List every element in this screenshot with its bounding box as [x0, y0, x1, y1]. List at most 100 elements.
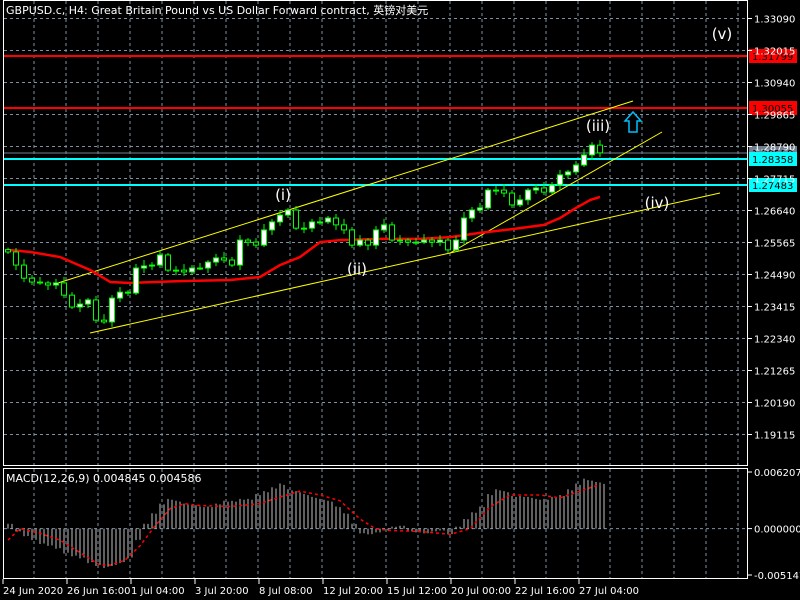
candle-body — [253, 241, 259, 246]
candle-body — [37, 281, 43, 284]
candle-body — [477, 207, 483, 211]
price-tick-label: 1.19115 — [754, 431, 795, 442]
candle-body — [141, 265, 147, 269]
price-tick-label: 1.29865 — [754, 111, 795, 122]
candle-body — [333, 217, 339, 226]
time-tick-label: 20 Jul 00:00 — [451, 586, 511, 597]
candle-body — [397, 239, 403, 242]
candle-body — [357, 239, 363, 246]
candle-body — [229, 259, 235, 266]
candle-body — [485, 189, 491, 209]
price-tick-label: 1.28790 — [754, 143, 795, 154]
time-tick-label: 27 Jul 04:00 — [579, 586, 639, 597]
lower-channel-line[interactable] — [89, 192, 721, 334]
candle-body — [181, 269, 187, 273]
candle-body — [549, 184, 555, 193]
candle-body — [205, 261, 211, 269]
candle-body — [85, 299, 91, 305]
candle-body — [101, 319, 107, 323]
candle-body — [317, 221, 323, 224]
macd-label: MACD(12,26,9) 0.004845 0.004586 — [6, 472, 202, 485]
price-chart[interactable]: 1.317991.300551.285581.283581.27483 (i) … — [0, 0, 800, 600]
candle-body — [77, 303, 83, 308]
candle-body — [277, 214, 283, 223]
candle-body — [557, 174, 563, 186]
candle-body — [117, 291, 123, 299]
level-price-label: 1.28358 — [752, 155, 793, 166]
candle-body — [533, 187, 539, 191]
time-tick-label: 22 Jul 16:00 — [515, 586, 575, 597]
candle-body — [93, 299, 99, 321]
candle-body — [157, 254, 163, 266]
price-tick-label: 1.22340 — [754, 335, 795, 346]
wave-iii-support-line[interactable] — [449, 131, 663, 254]
moving-average — [7, 195, 601, 285]
candle-body — [269, 221, 275, 231]
candle-body — [285, 209, 291, 216]
grid — [4, 1, 747, 578]
time-tick-label: 8 Jul 08:00 — [259, 586, 313, 597]
candle-body — [221, 257, 227, 261]
candle-body — [29, 277, 35, 283]
candle-body — [589, 144, 595, 156]
candle-body — [461, 217, 467, 241]
candle-body — [437, 239, 443, 243]
candle-body — [349, 229, 355, 246]
candle-body — [133, 267, 139, 294]
candle-body — [541, 187, 547, 193]
candle-body — [341, 224, 347, 231]
trendlines[interactable] — [57, 100, 721, 334]
candle-body — [109, 297, 115, 323]
candle-body — [69, 294, 75, 308]
candle-body — [5, 249, 11, 253]
candle-body — [165, 254, 171, 271]
wave-label-iii: (iii) — [586, 117, 610, 135]
candle-body — [13, 251, 19, 266]
candle-body — [445, 239, 451, 251]
candle-body — [597, 144, 603, 154]
candle-body — [125, 291, 131, 294]
candle-body — [293, 209, 299, 229]
up-arrow-icon[interactable] — [623, 110, 643, 133]
price-tick-label: 1.20190 — [754, 399, 795, 410]
macd-pane-border — [3, 468, 748, 579]
price-tick-label: 1.25565 — [754, 239, 795, 250]
candle-body — [245, 239, 251, 243]
time-tick-label: 3 Jul 20:00 — [195, 586, 249, 597]
candle-body — [173, 269, 179, 272]
candle-body — [45, 282, 51, 286]
wave-label-ii: (ii) — [347, 260, 367, 278]
macd-tick-label: 0.000000 — [754, 525, 800, 536]
candle-body — [517, 199, 523, 206]
candle-body — [237, 239, 243, 266]
candle-body — [381, 224, 387, 231]
price-tick-label: 1.32015 — [754, 47, 795, 58]
candle-body — [405, 239, 411, 243]
wave-label-i: (i) — [275, 186, 291, 204]
candle-body — [301, 227, 307, 230]
candle-body — [421, 239, 427, 243]
candle-body — [501, 189, 507, 194]
candle-body — [213, 257, 219, 263]
candle-body — [493, 189, 499, 192]
time-tick-label: 1 Jul 04:00 — [131, 586, 185, 597]
candle-body — [525, 189, 531, 201]
candle-body — [21, 264, 27, 279]
candle-body — [453, 239, 459, 251]
candles — [5, 140, 603, 327]
candle-body — [61, 282, 67, 296]
candle-body — [309, 221, 315, 229]
candle-body — [573, 164, 579, 173]
horizontal-levels[interactable]: 1.317991.300551.285581.283581.27483 — [4, 49, 797, 192]
wave-label-v: (v) — [712, 25, 733, 43]
candle-body — [149, 264, 155, 267]
candle-body — [565, 171, 571, 176]
candle-body — [413, 241, 419, 244]
candle-body — [53, 282, 59, 286]
wave-label-iv: (iv) — [645, 194, 670, 212]
candle-body — [429, 239, 435, 243]
price-tick-label: 1.21265 — [754, 367, 795, 378]
price-axis: 1.33090 1.32015 1.30940 1.29865 1.28790 1.277… — [747, 15, 795, 442]
price-tick-label: 1.30940 — [754, 79, 795, 90]
macd-tick-label: -0.005147 — [754, 571, 800, 582]
